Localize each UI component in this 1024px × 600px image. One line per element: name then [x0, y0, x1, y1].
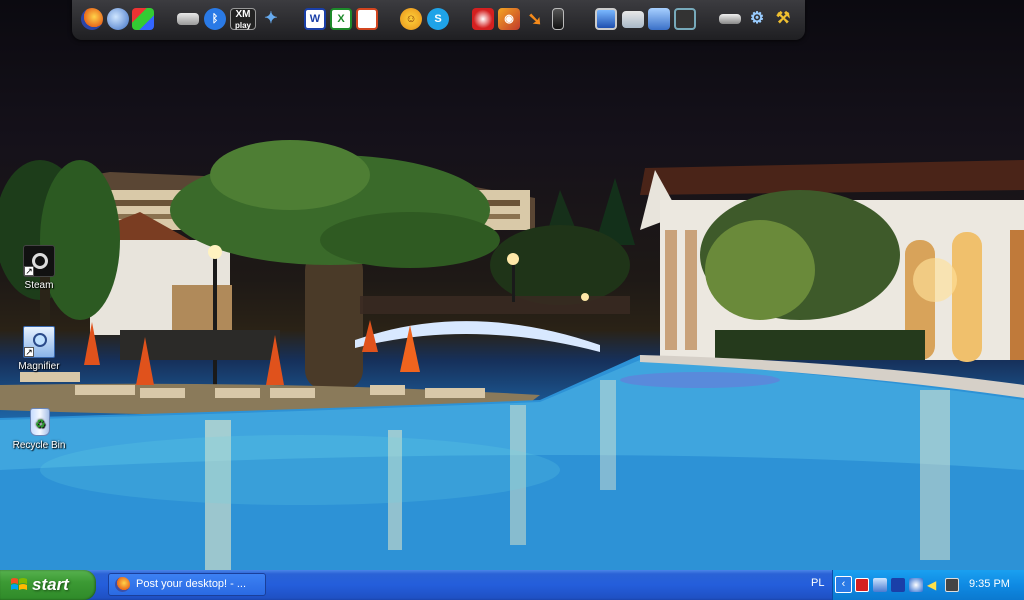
taskbar: start Post your desktop! - ... PL ‹ ◀ 9:…	[0, 570, 1024, 600]
settings-icon[interactable]: ⚙	[746, 8, 768, 30]
tools-icon[interactable]: ⚒	[772, 8, 794, 30]
messenger-icon[interactable]	[951, 578, 965, 592]
clock[interactable]: 9:35 PM	[969, 578, 1010, 590]
desktop-icon-label: Recycle Bin	[12, 440, 66, 451]
desktop-icon-magnifier[interactable]: ↗ Magnifier	[1, 326, 77, 372]
excel-icon[interactable]: X	[330, 8, 352, 30]
shortcut-arrow-icon: ↗	[24, 347, 34, 357]
system-tray: ‹ ◀ 9:35 PM	[832, 570, 1024, 600]
arrow-icon[interactable]: ➘	[524, 8, 546, 30]
taskbar-button-label: Post your desktop! - ...	[136, 578, 247, 590]
network-icon[interactable]	[648, 8, 670, 30]
start-button[interactable]: start	[0, 570, 96, 600]
drive-icon[interactable]	[177, 13, 199, 25]
bluetooth-icon[interactable]: ᛒ	[204, 8, 226, 30]
monitor-icon[interactable]	[595, 8, 617, 30]
xmplay-icon[interactable]: XM play	[230, 8, 256, 30]
smiley-icon[interactable]: ☺	[400, 8, 422, 30]
paint-icon[interactable]	[132, 8, 154, 30]
scanner-icon[interactable]	[719, 14, 741, 24]
desktop-icon-label: Magnifier	[18, 361, 60, 372]
xmplay-sub: play	[234, 21, 251, 30]
language-indicator[interactable]: PL	[811, 577, 824, 589]
xmplay-text: XM	[235, 9, 251, 20]
antivirus-icon[interactable]	[855, 578, 869, 592]
wallpaper-scene	[0, 140, 1024, 570]
powerpoint-icon[interactable]	[356, 8, 378, 30]
bluetooth-tray-icon[interactable]	[891, 578, 905, 592]
phone-icon[interactable]	[552, 8, 564, 30]
word-icon[interactable]: W	[304, 8, 326, 30]
tray-expand-icon[interactable]: ‹	[835, 576, 852, 593]
steam-icon: ↗	[23, 245, 55, 277]
network-tray-icon[interactable]	[873, 578, 887, 592]
windows-logo-icon	[11, 578, 27, 590]
desktop-icon-recycle-bin[interactable]: ♻ Recycle Bin	[1, 405, 77, 451]
firefox-icon[interactable]	[81, 8, 103, 30]
app-dock: ᛒ XM play ✦ W X ☺ S ◉ ➘ ⚙ ⚒	[72, 0, 805, 40]
video-icon[interactable]	[674, 8, 696, 30]
eye-icon[interactable]: ◉	[498, 8, 520, 30]
taskbar-button-firefox[interactable]: Post your desktop! - ...	[108, 573, 266, 596]
desktop-wallpaper	[0, 0, 1024, 570]
firefox-icon	[115, 577, 130, 592]
volume-icon[interactable]: ◀	[927, 578, 941, 592]
update-tray-icon[interactable]	[909, 578, 923, 592]
recycle-bin-icon: ♻	[23, 405, 55, 437]
desktop-icon-label: Steam	[24, 280, 54, 291]
magnifier-icon: ↗	[23, 326, 55, 358]
media-icon[interactable]	[472, 8, 494, 30]
joystick-icon[interactable]: ✦	[260, 8, 282, 30]
start-label: start	[32, 575, 69, 594]
desktop-icon-steam[interactable]: ↗ Steam	[1, 245, 77, 291]
thunderbird-icon[interactable]	[107, 8, 129, 30]
shortcut-arrow-icon: ↗	[24, 266, 34, 276]
folder-icon[interactable]	[622, 11, 644, 28]
skype-icon[interactable]: S	[427, 8, 449, 30]
